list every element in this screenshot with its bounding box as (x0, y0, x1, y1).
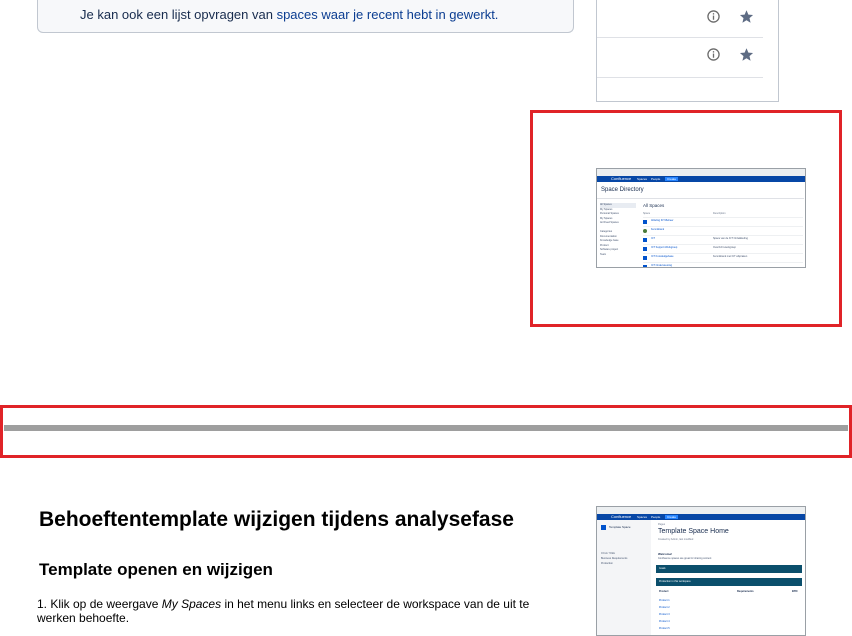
space-icon (643, 229, 647, 233)
table-row[interactable]: ICT Knowledgebase Kennisbank met ICT afsp… (643, 253, 803, 262)
section-heading: Behoeftentemplate wijzigen tijdens analy… (39, 508, 514, 531)
space-icon (643, 238, 647, 242)
section-title: All Spaces (643, 203, 665, 208)
space-name[interactable]: Afdeling ICT-Beheer (651, 219, 674, 222)
app-name: Confluence (611, 176, 632, 181)
breadcrumb[interactable]: Pages (658, 523, 665, 526)
sidebar: All Spaces My Spaces Personal Spaces My … (600, 203, 636, 257)
template-space-screenshot: Confluence Spaces People Create Template… (596, 506, 806, 636)
welcome-text: Confluence spaces are great for sharing … (658, 557, 712, 560)
space-description: Kennisbank met ICT afspraken (713, 255, 748, 258)
sidebar-link[interactable]: Production (601, 562, 613, 565)
sidebar: Template Space PAGE TREE Business Requir… (597, 520, 651, 635)
table-row[interactable]: ICT Space van de ICT Ontwikkeling (643, 235, 803, 244)
info-text: Je kan ook een lijst opvragen van spaces… (80, 7, 498, 22)
space-name[interactable]: ICT Ondersteuning (651, 264, 672, 267)
star-icon[interactable] (739, 9, 754, 24)
space-table: Afdeling ICT-Beheer Kennisbank ICT Space … (643, 217, 803, 267)
column-header-product: Product (659, 590, 669, 593)
space-icon (643, 247, 647, 251)
divider (597, 198, 804, 199)
column-header-description: Description (713, 212, 726, 215)
column-header-epic: EPIC (792, 590, 798, 593)
info-icon[interactable] (707, 48, 720, 61)
table-row[interactable]: Afdeling ICT-Beheer (643, 217, 803, 226)
column-header-requirements: Requirements (737, 590, 754, 593)
product-link[interactable]: Product 1 (659, 597, 670, 604)
goals-banner: Goals (656, 565, 802, 573)
column-header-space: Space (643, 212, 651, 215)
browser-chrome (597, 169, 805, 176)
section-separator (4, 425, 848, 431)
recent-spaces-link[interactable]: spaces waar je recent hebt in gewerkt. (277, 7, 499, 22)
space-name[interactable]: Kennisbank (651, 228, 664, 231)
nav-spaces[interactable]: Spaces (637, 176, 647, 182)
production-label: Production in this workspace (659, 580, 691, 583)
page-title: Space Directory (601, 187, 644, 193)
subsection-heading: Template openen en wijzigen (39, 560, 273, 579)
welcome-heading: Welcome! (658, 552, 673, 556)
table-row[interactable]: Kennisbank (643, 226, 803, 235)
star-icon[interactable] (739, 47, 754, 62)
sidebar-link: PAGE TREE (601, 552, 616, 555)
product-link[interactable]: Product 2 (659, 604, 670, 611)
nav-create[interactable]: Create (665, 515, 679, 519)
product-list: Product 1 Product 2 Product 3 Product 4 … (659, 597, 670, 632)
product-link[interactable]: Product 3 (659, 611, 670, 618)
separator-highlight-frame (0, 405, 852, 458)
list-item (597, 38, 763, 78)
nav-people[interactable]: People (651, 176, 660, 182)
confluence-header: Confluence Spaces People Create (597, 176, 805, 182)
nav-create[interactable]: Create (665, 177, 679, 181)
production-banner: Production in this workspace (656, 578, 802, 586)
nav-people[interactable]: People (651, 514, 660, 520)
step-1-text: 1. Klik op de weergave My Spaces in het … (37, 597, 557, 625)
space-name[interactable]: ICT (651, 237, 655, 240)
info-icon[interactable] (707, 10, 720, 23)
sidebar-link[interactable]: Business Requirements (601, 557, 627, 560)
table-row[interactable]: ICT Ondersteuning (643, 262, 803, 267)
space-name[interactable]: ICT Knowledgebase (651, 255, 673, 258)
space-icon (643, 220, 647, 224)
space-description: Space van de ICT Ontwikkeling (713, 237, 748, 240)
space-description: Overzicht werkgroep (713, 246, 736, 249)
spaces-list-panel (596, 0, 779, 102)
space-name[interactable]: ICT Support Werkgroep (651, 246, 677, 249)
list-item (597, 0, 763, 38)
space-icon (643, 265, 647, 267)
browser-chrome (597, 507, 805, 514)
table-row[interactable]: ICT Support Werkgroep Overzicht werkgroep (643, 244, 803, 253)
my-spaces-emphasis: My Spaces (161, 597, 222, 611)
space-icon (643, 256, 647, 260)
step-1-prefix: 1. Klik op de weergave (37, 597, 162, 611)
page-byline: Created by Admin, last modified (658, 538, 694, 541)
product-link[interactable]: Product 4 (659, 618, 670, 625)
space-directory-screenshot: Confluence Spaces People Create Space Di… (596, 168, 806, 268)
info-text-prefix: Je kan ook een lijst opvragen van (80, 7, 277, 22)
page-title: Template Space Home (658, 528, 729, 535)
sidebar-item[interactable]: Team (600, 253, 636, 258)
sidebar-space-title[interactable]: Template Space (609, 525, 631, 529)
goals-label: Goals (659, 567, 666, 570)
space-logo-icon (601, 525, 606, 530)
